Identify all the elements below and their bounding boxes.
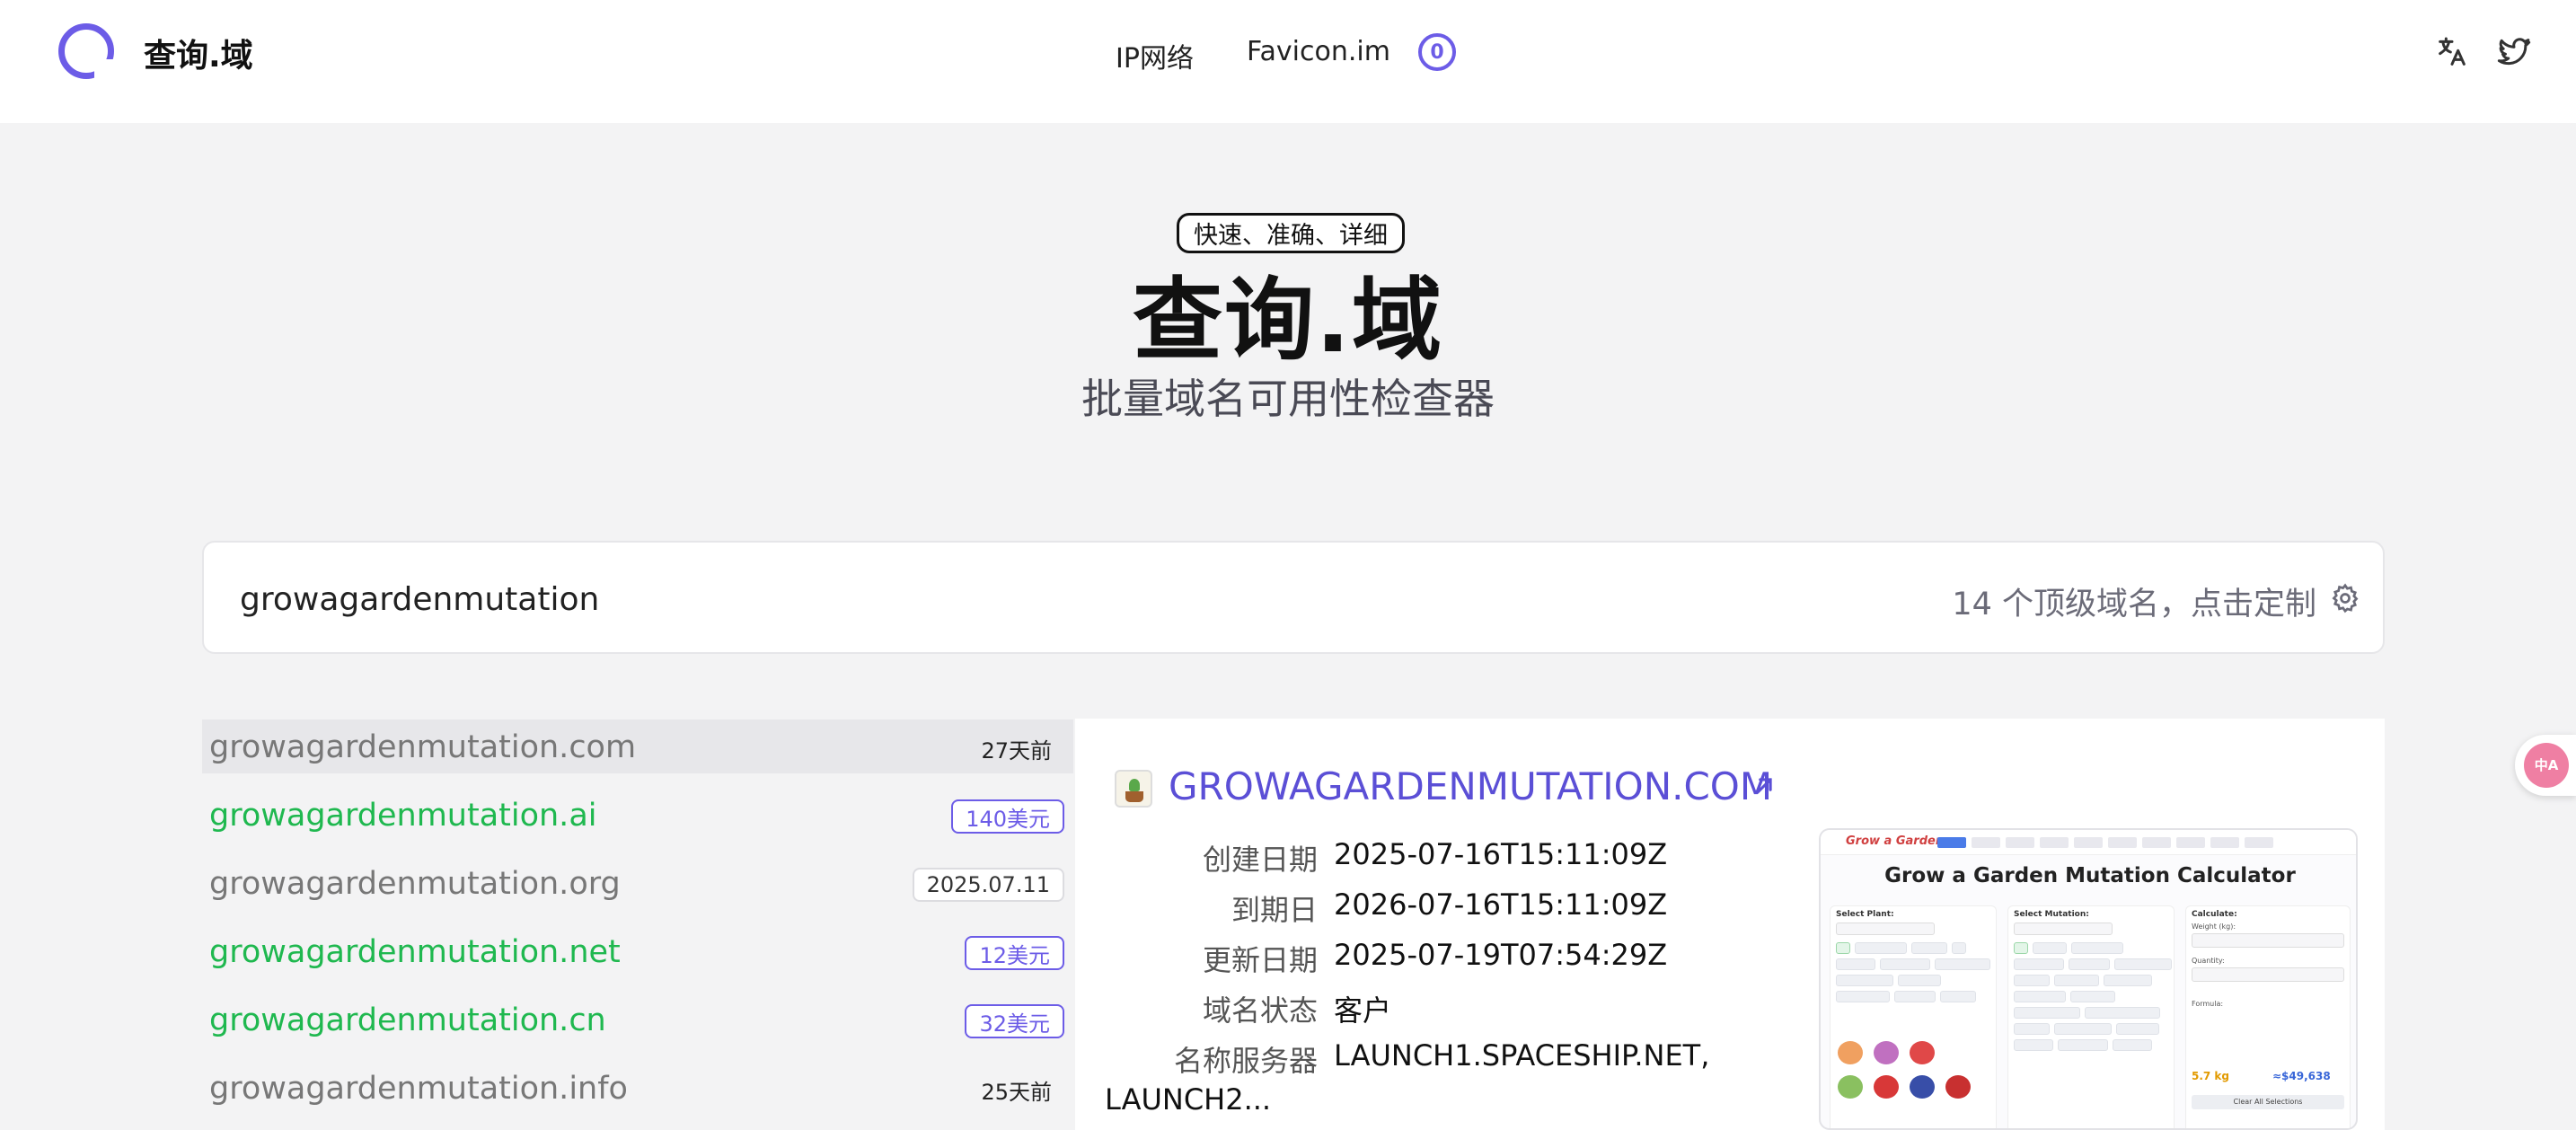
domain-name[interactable]: growagardenmutation.net	[209, 934, 621, 970]
tld-customize-link[interactable]: 14 个顶级域名，点击定制	[1952, 578, 2316, 624]
price-badge[interactable]: 12美元	[965, 936, 1064, 970]
top-navbar: 查询.域 IP网络 Favicon.im 0	[0, 0, 2576, 123]
field-value-status: 客户	[1334, 993, 1392, 1028]
preview-title: Grow a Garden Mutation Calculator	[1884, 864, 2296, 887]
preview-clear-button: Clear All Selections	[2192, 1095, 2344, 1109]
hero-title: 查询.域	[1133, 268, 1443, 373]
preview-col-heading: Select Mutation:	[2014, 910, 2089, 919]
price-badge[interactable]: 140美元	[951, 799, 1064, 834]
domain-name[interactable]: growagardenmutation.com	[209, 729, 636, 765]
domain-tag: 27天前	[981, 737, 1052, 764]
domain-name[interactable]: growagardenmutation.cn	[209, 1002, 606, 1038]
preview-brand: Grow a Garden	[1846, 834, 1945, 848]
field-key-expiry: 到期日	[1231, 893, 1318, 927]
external-link-icon[interactable]	[1749, 771, 1779, 801]
domain-tag: 2025.07.11	[912, 868, 1064, 902]
preview-mutation-column: Select Mutation:	[2007, 905, 2175, 1128]
field-value-nameservers-cont: LAUNCH2...	[1105, 1082, 1272, 1117]
preview-search-field	[1836, 923, 1935, 935]
preview-final-value: 5.7 kg	[2192, 1070, 2230, 1082]
preview-mutation-chips	[2014, 942, 2172, 1051]
field-value-updated: 2025-07-19T07:54:29Z	[1334, 938, 1668, 972]
preview-quantity-field	[2192, 967, 2344, 982]
price-badge[interactable]: 32美元	[965, 1004, 1064, 1038]
translate-icon[interactable]	[2434, 34, 2470, 70]
domain-row-cn[interactable]: growagardenmutation.cn 32美元	[202, 993, 1073, 1046]
brand-name[interactable]: 查询.域	[144, 30, 253, 76]
site-screenshot-preview[interactable]: Grow a Garden Grow a Garden Mutation Cal…	[1819, 828, 2358, 1130]
field-value-expiry: 2026-07-16T15:11:09Z	[1334, 887, 1668, 922]
domain-detail-panel: GROWAGARDENMUTATION.COM 创建日期 2025-07-16T…	[1075, 719, 2385, 1130]
site-favicon-icon	[1115, 770, 1152, 808]
detail-domain-link[interactable]: GROWAGARDENMUTATION.COM	[1169, 764, 1772, 808]
field-key-status: 域名状态	[1202, 993, 1318, 1028]
gear-icon[interactable]	[2329, 582, 2361, 614]
preview-plant-icons	[1838, 1041, 1990, 1099]
domain-tag: 25天前	[981, 1079, 1052, 1105]
domain-results-list: growagardenmutation.com 27天前 growagarden…	[202, 719, 1073, 1130]
preview-formula-label: Formula:	[2192, 1000, 2224, 1008]
hero-subtitle: 批量域名可用性检查器	[1081, 375, 1495, 423]
field-key-updated: 更新日期	[1202, 943, 1318, 977]
floating-translate-icon[interactable]: 中A	[2524, 743, 2569, 788]
preview-quantity-label: Quantity:	[2192, 957, 2225, 965]
twitter-icon[interactable]	[2496, 34, 2532, 70]
field-key-nameservers: 名称服务器	[1173, 1044, 1318, 1078]
preview-search-field	[2014, 923, 2113, 935]
search-box: 14 个顶级域名，点击定制	[202, 541, 2385, 654]
logo-icon[interactable]	[58, 23, 114, 79]
preview-weight-label: Weight (kg):	[2192, 923, 2236, 931]
preview-total-price: ≈$49,638	[2272, 1070, 2331, 1082]
preview-col-heading: Calculate:	[2192, 910, 2237, 919]
preview-topbar: Grow a Garden	[1821, 830, 2356, 855]
badge-counter[interactable]: 0	[1418, 33, 1456, 71]
domain-name[interactable]: growagardenmutation.org	[209, 866, 621, 902]
nav-favicon[interactable]: Favicon.im	[1247, 36, 1390, 67]
field-value-nameservers: LAUNCH1.SPACESHIP.NET,	[1334, 1038, 1710, 1073]
domain-name[interactable]: growagardenmutation.info	[209, 1071, 628, 1107]
domain-row-ai[interactable]: growagardenmutation.ai 140美元	[202, 788, 1073, 842]
field-value-created: 2025-07-16T15:11:09Z	[1334, 837, 1668, 871]
nav-ip-network[interactable]: IP网络	[1116, 36, 1194, 75]
preview-plant-column: Select Plant:	[1830, 905, 1997, 1128]
preview-language-flags	[1937, 837, 2297, 848]
domain-row-info[interactable]: growagardenmutation.info 25天前	[202, 1061, 1073, 1115]
preview-calculate-column: Calculate: Weight (kg): Quantity: Formul…	[2185, 905, 2351, 1128]
field-key-created: 创建日期	[1202, 843, 1318, 877]
domain-row-org[interactable]: growagardenmutation.org 2025.07.11	[202, 856, 1073, 910]
preview-col-heading: Select Plant:	[1836, 910, 1894, 919]
domain-row-com[interactable]: growagardenmutation.com 27天前	[202, 719, 1073, 773]
preview-weight-field	[2192, 933, 2344, 948]
domain-name[interactable]: growagardenmutation.ai	[209, 798, 596, 834]
domain-row-net[interactable]: growagardenmutation.net 12美元	[202, 924, 1073, 978]
preview-filter-chips	[1836, 942, 1994, 1002]
domain-search-input[interactable]	[240, 575, 1497, 623]
floating-translate-button[interactable]: 中A	[2515, 735, 2576, 796]
